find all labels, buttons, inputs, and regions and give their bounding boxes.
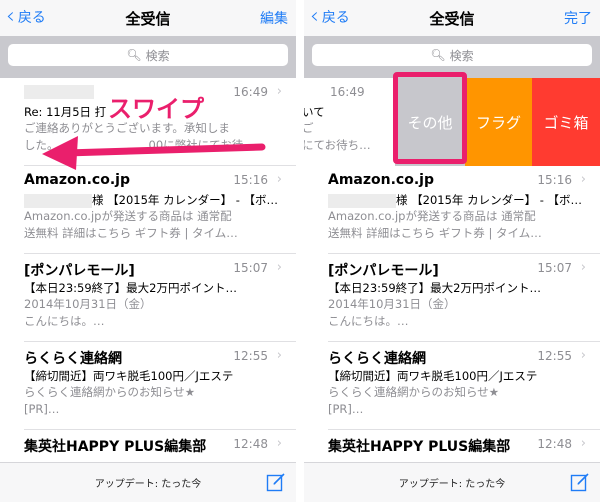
message-sender: 集英社HAPPY PLUS編集部 (24, 439, 207, 455)
done-button[interactable]: 完了 (564, 8, 592, 28)
message-row[interactable]: [ポンパレモール] 15:07 › 【本日23:59終了】最大2万円ポイント… … (0, 254, 296, 342)
swipe-trash-button[interactable]: ゴミ箱 (532, 78, 600, 166)
message-preview: らくらく連絡網からのお知らせ★ [PR]… (24, 385, 196, 416)
message-sender: [ポンパレモール] (328, 263, 439, 279)
message-row[interactable]: Amazon.co.jp 15:16 › 様 【2015年 カレンダー】 - 【… (304, 166, 600, 254)
search-placeholder: 検索 (449, 48, 474, 63)
mailbox-screen-right: ‹ 戻る 全受信 完了 🔍︎ 検索 16:49 いて ご にてお待ち… その他 … (304, 0, 600, 502)
message-preview: Amazon.co.jpが発送する商品は 通常配 送無料 詳細はこちら ギフト券… (328, 209, 542, 240)
navigation-bar: ‹ 戻る 全受信 編集 (0, 0, 296, 36)
message-sender: 集英社HAPPY PLUS編集部 (328, 439, 511, 455)
message-preview: らくらく連絡網からのお知らせ★ [PR]… (328, 385, 500, 416)
message-list: 16:49 › Re: 11月5日 打 ご連絡ありがとうございます。承知しま し… (0, 78, 296, 462)
magnifier-icon: 🔍︎ (126, 48, 142, 62)
message-subject: 【締切間近】両ワキ脱毛100円／Jエステ (24, 369, 234, 383)
mailbox-title: 全受信 (125, 10, 171, 28)
more-button-highlight (393, 72, 467, 164)
message-sender: [ポンパレモール] (24, 263, 135, 279)
search-bar: 🔍︎ 検索 (0, 36, 296, 78)
panel-divider (296, 0, 304, 502)
edit-button[interactable]: 編集 (260, 8, 288, 28)
message-time: 12:55 (233, 349, 268, 363)
message-row[interactable]: 集英社HAPPY PLUS編集部 12:48 › (304, 430, 600, 462)
message-subject: 【締切間近】両ワキ脱毛100円／Jエステ (328, 369, 538, 383)
navigation-bar: ‹ 戻る 全受信 完了 (304, 0, 600, 36)
message-row[interactable]: [ポンパレモール] 15:07 › 【本日23:59終了】最大2万円ポイント… … (304, 254, 600, 342)
message-subject: 【本日23:59終了】最大2万円ポイント… (24, 281, 237, 295)
swipe-flag-button[interactable]: フラグ (465, 78, 532, 166)
chevron-right-icon: › (276, 348, 282, 363)
message-time: 12:48 (537, 437, 572, 451)
message-sender: らくらく連絡網 (328, 351, 426, 367)
search-input[interactable]: 🔍︎ 検索 (312, 44, 592, 66)
update-status: アップデート: たった今 (398, 479, 506, 490)
search-placeholder: 検索 (145, 48, 170, 63)
message-preview: 2014年10月31日（金） こんにちは。… (328, 297, 456, 328)
chevron-right-icon: › (580, 348, 586, 363)
message-row[interactable]: らくらく連絡網 12:55 › 【締切間近】両ワキ脱毛100円／Jエステ らくら… (304, 342, 600, 430)
message-subject: 【本日23:59終了】最大2万円ポイント… (328, 281, 541, 295)
bottom-toolbar: アップデート: たった今 (304, 462, 600, 502)
chevron-right-icon: › (276, 436, 282, 451)
chevron-right-icon: › (580, 436, 586, 451)
message-time: 12:48 (233, 437, 268, 451)
mailbox-screen-left: ‹ 戻る 全受信 編集 🔍︎ 検索 16:49 › Re: 11月5日 打 ご連… (0, 0, 296, 502)
message-sender: らくらく連絡網 (24, 351, 122, 367)
compose-icon[interactable] (570, 472, 590, 492)
message-time: 15:16 (537, 173, 572, 187)
message-row[interactable]: Amazon.co.jp 15:16 › 様 【2015年 カレンダー】 - 【… (0, 166, 296, 254)
compose-icon[interactable] (266, 472, 286, 492)
message-preview-fragment: にてお待ち… (304, 138, 371, 152)
message-preview: 2014年10月31日（金） こんにちは。… (24, 297, 152, 328)
chevron-right-icon: › (580, 172, 586, 187)
swipe-annotation: スワイプ (108, 95, 204, 123)
message-time: 12:55 (537, 349, 572, 363)
message-subject: 様 【2015年 カレンダー】 - 【ボ… (328, 192, 582, 208)
message-row[interactable]: 集英社HAPPY PLUS編集部 12:48 › (0, 430, 296, 462)
magnifier-icon: 🔍︎ (430, 48, 446, 62)
bottom-toolbar: アップデート: たった今 (0, 462, 296, 502)
message-subject: 様 【2015年 カレンダー】 - 【ボ… (24, 192, 278, 208)
search-input[interactable]: 🔍︎ 検索 (8, 44, 288, 66)
chevron-right-icon: › (580, 260, 586, 275)
message-subject-fragment: いて (304, 105, 325, 119)
message-time: 15:07 (233, 261, 268, 275)
chevron-right-icon: › (276, 260, 282, 275)
message-row[interactable]: らくらく連絡網 12:55 › 【締切間近】両ワキ脱毛100円／Jエステ らくら… (0, 342, 296, 430)
update-status: アップデート: たった今 (94, 479, 202, 490)
message-preview-fragment: ご (304, 121, 314, 135)
message-preview: Amazon.co.jpが発送する商品は 通常配 送無料 詳細はこちら ギフト券… (24, 209, 238, 240)
message-sender: Amazon.co.jp (328, 172, 434, 188)
message-time: 16:49 (330, 85, 365, 99)
mailbox-title: 全受信 (429, 10, 475, 28)
message-time: 15:07 (537, 261, 572, 275)
